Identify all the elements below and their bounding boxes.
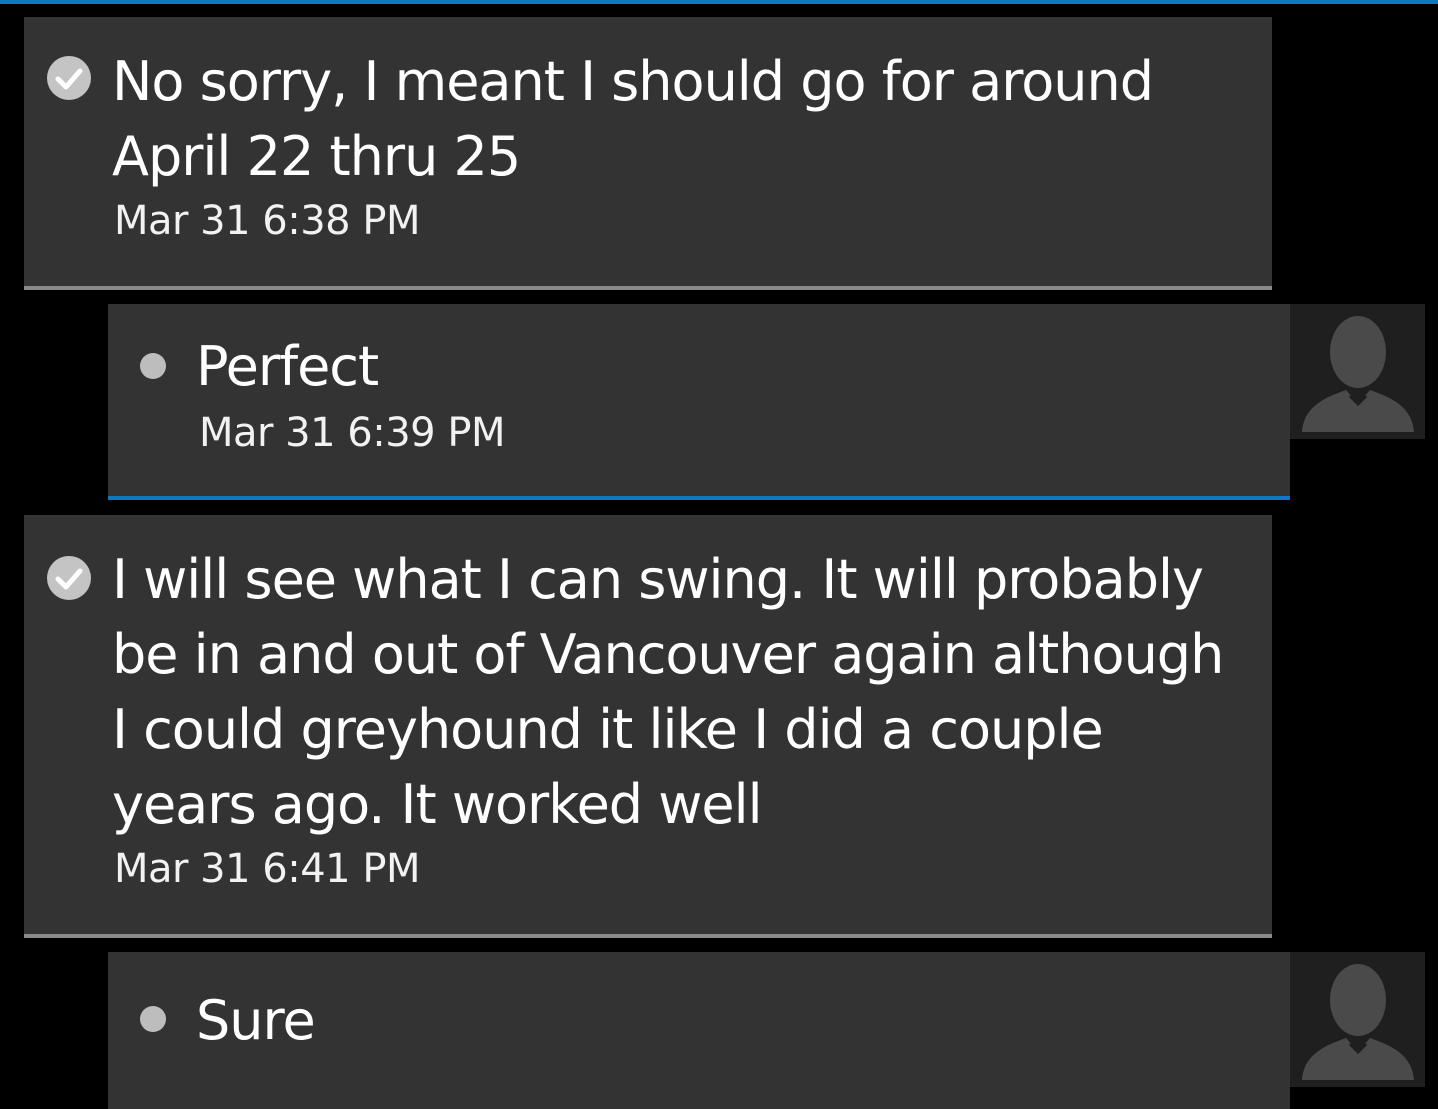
message-text: Perfect	[196, 335, 379, 398]
message-bubble-received[interactable]: Sure	[108, 952, 1290, 1109]
message-text: I will see what I can swing. It will pro…	[112, 548, 1240, 836]
delivered-check-icon	[47, 56, 91, 100]
message-text: No sorry, I meant I should go for around…	[112, 50, 1170, 188]
message-timestamp: Mar 31 6:38 PM	[114, 198, 420, 244]
top-accent-bar	[0, 0, 1438, 4]
dot-icon	[140, 353, 166, 379]
message-timestamp: Mar 31 6:39 PM	[199, 410, 505, 456]
message-text: Sure	[196, 989, 316, 1052]
delivered-check-icon	[47, 556, 91, 600]
message-bubble-sent[interactable]: No sorry, I meant I should go for around…	[24, 17, 1272, 290]
dot-icon	[140, 1006, 166, 1032]
default-person-avatar-icon	[1302, 964, 1414, 1080]
contact-avatar[interactable]	[1290, 304, 1425, 439]
contact-avatar[interactable]	[1290, 952, 1425, 1087]
message-bubble-received[interactable]: Perfect Mar 31 6:39 PM	[108, 304, 1290, 500]
message-timestamp: Mar 31 6:41 PM	[114, 846, 420, 892]
default-person-avatar-icon	[1302, 316, 1414, 432]
message-bubble-sent[interactable]: I will see what I can swing. It will pro…	[24, 515, 1272, 938]
